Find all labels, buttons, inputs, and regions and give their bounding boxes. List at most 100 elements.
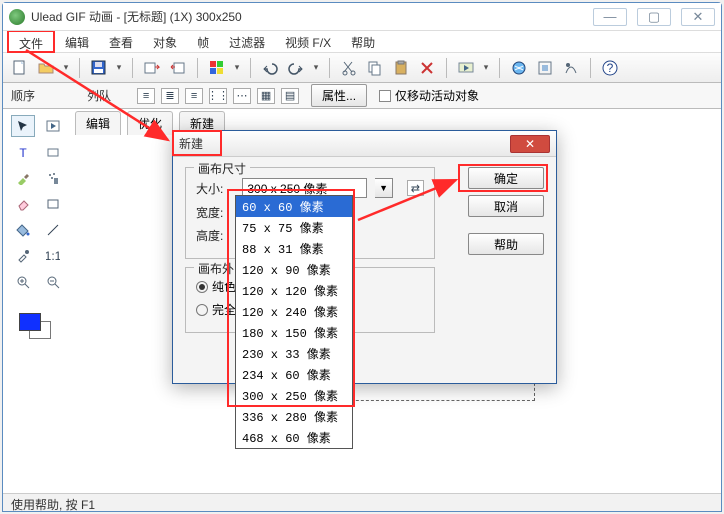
dist-v-icon[interactable]: ⋯	[233, 88, 251, 104]
size-option[interactable]: 230 x 33 像素	[236, 343, 352, 364]
size-option[interactable]: 120 x 240 像素	[236, 301, 352, 322]
move-only-checkbox[interactable]	[379, 90, 391, 102]
delete-icon[interactable]	[416, 57, 438, 79]
menu-object[interactable]: 对象	[143, 31, 187, 52]
size-option[interactable]: 468 x 60 像素	[236, 427, 352, 448]
save-icon[interactable]	[88, 57, 110, 79]
eraser-tool-icon[interactable]	[11, 193, 35, 215]
menubar: 文件 编辑 查看 对象 帧 过滤器 视频 F/X 帮助	[3, 31, 721, 53]
dist-h-icon[interactable]: ⋮⋮	[209, 88, 227, 104]
menu-help[interactable]: 帮助	[341, 31, 385, 52]
window-title: Ulead GIF 动画 - [无标题] (1X) 300x250	[31, 8, 593, 25]
cut-icon[interactable]	[338, 57, 360, 79]
size-label: 大小:	[196, 180, 234, 197]
size-option[interactable]: 300 x 250 像素	[236, 385, 352, 406]
size-option[interactable]: 88 x 31 像素	[236, 238, 352, 259]
line-tool-icon[interactable]	[41, 219, 65, 241]
help-icon[interactable]: ?	[599, 57, 621, 79]
shape-tool-icon[interactable]	[41, 141, 65, 163]
svg-text:1:1: 1:1	[46, 249, 60, 263]
text-tool-icon[interactable]: T	[11, 141, 35, 163]
size-option[interactable]: 336 x 280 像素	[236, 406, 352, 427]
undo-icon[interactable]	[259, 57, 281, 79]
open-icon[interactable]	[35, 57, 57, 79]
brush-tool-icon[interactable]	[11, 167, 35, 189]
radio-solid[interactable]: 纯色	[196, 278, 236, 295]
fill-tool-icon[interactable]	[11, 219, 35, 241]
align-center-icon[interactable]: ≣	[161, 88, 179, 104]
size-aux-icon[interactable]: ⇄	[407, 180, 424, 196]
paste-icon[interactable]	[390, 57, 412, 79]
size-option[interactable]: 120 x 120 像素	[236, 280, 352, 301]
dialog-title: 新建	[179, 135, 510, 152]
separator	[79, 58, 80, 78]
export-icon[interactable]	[167, 57, 189, 79]
attributes-button[interactable]: 属性...	[311, 84, 367, 107]
option-bar: 顺序 列队 ≡ ≣ ≡ ⋮⋮ ⋯ ▦ ▤ 属性... 仅移动活动对象	[3, 83, 721, 109]
height-label: 高度:	[196, 227, 236, 244]
menu-file[interactable]: 文件	[7, 30, 55, 53]
rect-tool-icon[interactable]	[41, 193, 65, 215]
radio-full[interactable]: 完全	[196, 301, 236, 318]
history-dropdown-icon[interactable]: ▾	[311, 57, 321, 79]
separator	[590, 58, 591, 78]
radio-full-icon[interactable]	[196, 304, 208, 316]
size-option[interactable]: 75 x 75 像素	[236, 217, 352, 238]
size-dropdown-button[interactable]: ▼	[375, 178, 392, 198]
pointer-tool-icon[interactable]	[11, 115, 35, 137]
minimize-button[interactable]: —	[593, 8, 627, 26]
open-dropdown-icon[interactable]: ▾	[61, 57, 71, 79]
tool-dock: T 1:1	[7, 111, 67, 297]
ok-button[interactable]: 确定	[468, 167, 544, 189]
separator	[446, 58, 447, 78]
close-button[interactable]: ✕	[681, 8, 715, 26]
preview-icon[interactable]	[455, 57, 477, 79]
radio-solid-icon[interactable]	[196, 281, 208, 293]
fg-color[interactable]	[19, 313, 41, 331]
new-icon[interactable]	[9, 57, 31, 79]
tab-optimize[interactable]: 优化	[127, 111, 173, 135]
canvas-size-group-title: 画布尺寸	[194, 160, 250, 177]
tab-edit[interactable]: 编辑	[75, 111, 121, 135]
zoomin-tool-icon[interactable]	[11, 271, 35, 293]
ungroup-icon[interactable]: ▤	[281, 88, 299, 104]
save-dropdown-icon[interactable]: ▾	[114, 57, 124, 79]
cancel-button[interactable]: 取消	[468, 195, 544, 217]
move-only-checkbox-wrap[interactable]: 仅移动活动对象	[379, 87, 479, 104]
separator	[197, 58, 198, 78]
play-tool-icon[interactable]	[41, 115, 65, 137]
menu-edit[interactable]: 编辑	[55, 31, 99, 52]
redo-icon[interactable]	[285, 57, 307, 79]
maximize-button[interactable]: ▢	[637, 8, 671, 26]
menu-filter[interactable]: 过滤器	[219, 31, 275, 52]
menu-view[interactable]: 查看	[99, 31, 143, 52]
zoomout-tool-icon[interactable]	[41, 271, 65, 293]
align-left-icon[interactable]: ≡	[137, 88, 155, 104]
group-icon[interactable]: ▦	[257, 88, 275, 104]
eyedrop-tool-icon[interactable]	[11, 245, 35, 267]
size-option[interactable]: 120 x 90 像素	[236, 259, 352, 280]
size-option[interactable]: 60 x 60 像素	[236, 196, 352, 217]
align-icons: ≡ ≣ ≡ ⋮⋮ ⋯ ▦ ▤	[137, 88, 299, 104]
size-option[interactable]: 234 x 60 像素	[236, 364, 352, 385]
size-option[interactable]: 180 x 150 像素	[236, 322, 352, 343]
zoom-tool-icon[interactable]: 1:1	[41, 245, 65, 267]
menu-frame[interactable]: 帧	[187, 31, 219, 52]
palette-icon[interactable]	[206, 57, 228, 79]
dialog-close-button[interactable]: ✕	[510, 135, 550, 153]
tool-icon[interactable]	[534, 57, 556, 79]
preview-dropdown-icon[interactable]: ▾	[481, 57, 491, 79]
menu-videofx[interactable]: 视频 F/X	[275, 31, 341, 52]
size-dropdown-list[interactable]: 60 x 60 像素 75 x 75 像素 88 x 31 像素 120 x 9…	[235, 195, 353, 449]
tool2-icon[interactable]	[560, 57, 582, 79]
color-swatch[interactable]	[17, 311, 57, 341]
help-button[interactable]: 帮助	[468, 233, 544, 255]
copy-icon[interactable]	[364, 57, 386, 79]
import-icon[interactable]	[141, 57, 163, 79]
separator	[329, 58, 330, 78]
spray-tool-icon[interactable]	[41, 167, 65, 189]
separator	[499, 58, 500, 78]
palette-dropdown-icon[interactable]: ▾	[232, 57, 242, 79]
browser-icon[interactable]	[508, 57, 530, 79]
align-right-icon[interactable]: ≡	[185, 88, 203, 104]
